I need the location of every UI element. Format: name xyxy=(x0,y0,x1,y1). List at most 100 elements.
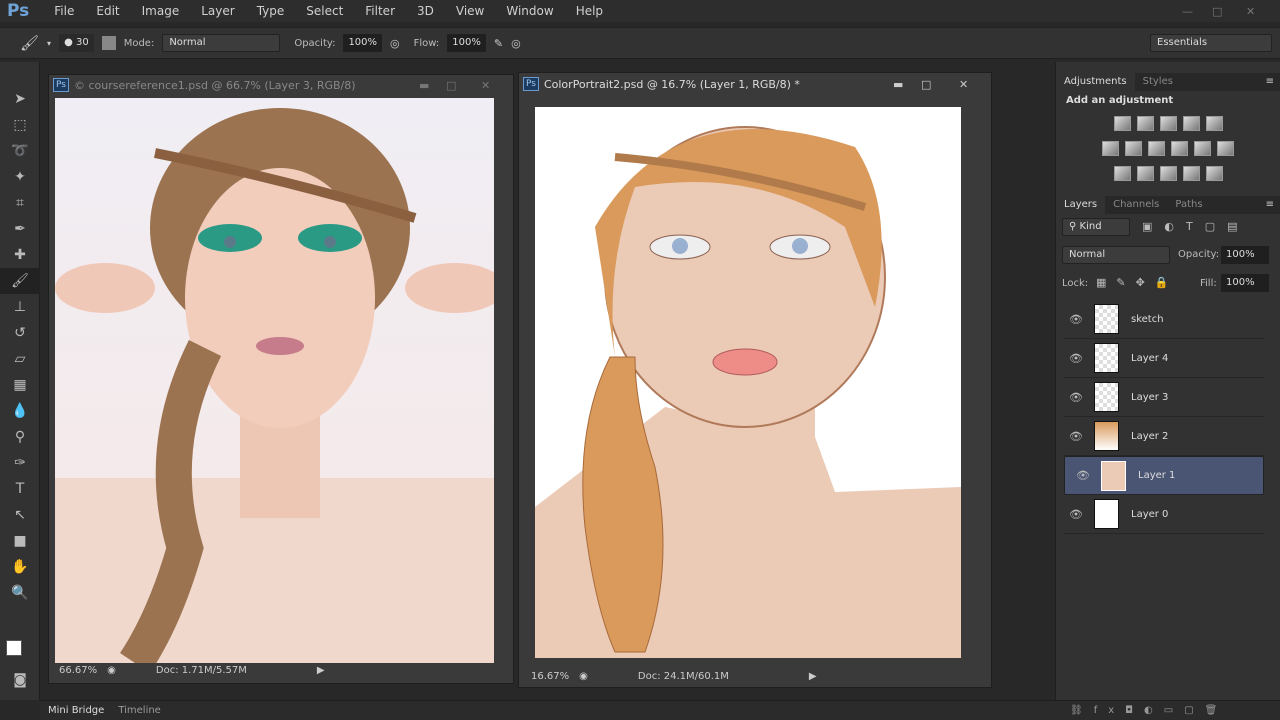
menu-layer[interactable]: Layer xyxy=(201,4,234,18)
threshold-icon[interactable] xyxy=(1159,166,1177,181)
invert-icon[interactable] xyxy=(1113,166,1131,181)
lock-icons[interactable]: ▦✎✥🔒 xyxy=(1096,276,1179,289)
quick-mask-icon[interactable]: ◙ xyxy=(0,667,40,693)
tab-styles[interactable]: Styles xyxy=(1135,73,1181,91)
doc-maximize-button[interactable]: □ xyxy=(921,78,931,91)
pressure-size-icon[interactable]: ◎ xyxy=(511,37,521,50)
visibility-eye-icon[interactable]: 👁 xyxy=(1064,430,1088,443)
layer-filter-icons[interactable]: ▣◐T▢▤ xyxy=(1142,220,1250,233)
pressure-opacity-icon[interactable]: ◎ xyxy=(390,37,400,50)
menu-select[interactable]: Select xyxy=(306,4,343,18)
layer-row-layer-4[interactable]: 👁 Layer 4 xyxy=(1064,339,1264,378)
selective-color-icon[interactable] xyxy=(1182,166,1200,181)
document-title-bar[interactable]: Ps © coursereference1.psd @ 66.7% (Layer… xyxy=(49,75,513,95)
history-brush-icon[interactable]: ↺ xyxy=(0,320,40,346)
type-tool-icon[interactable]: T xyxy=(0,476,40,502)
doc-minimize-button[interactable]: ▬ xyxy=(893,78,903,91)
layer-opacity-input[interactable]: 100% xyxy=(1221,246,1269,264)
brush-panel-icon[interactable] xyxy=(101,36,116,50)
vibrance-icon[interactable] xyxy=(1205,116,1223,131)
layer-row-sketch[interactable]: 👁 sketch xyxy=(1064,300,1264,339)
minimize-app-button[interactable]: — xyxy=(1182,5,1193,18)
airbrush-icon[interactable]: ✎ xyxy=(494,37,503,50)
status-share-icon[interactable]: ◉ xyxy=(107,665,116,676)
menu-view[interactable]: View xyxy=(456,4,484,18)
brush-tool-icon[interactable]: 🖌 xyxy=(20,34,39,52)
foreground-color-swatch[interactable] xyxy=(6,640,22,656)
tab-channels[interactable]: Channels xyxy=(1105,196,1167,214)
doc-close-button[interactable]: ✕ xyxy=(481,79,490,92)
channel-mixer-icon[interactable] xyxy=(1194,141,1211,156)
document-title-bar[interactable]: Ps ColorPortrait2.psd @ 16.7% (Layer 1, … xyxy=(519,73,991,95)
hand-tool-icon[interactable]: ✋ xyxy=(0,554,40,580)
black-white-icon[interactable] xyxy=(1148,141,1165,156)
tab-timeline[interactable]: Timeline xyxy=(118,705,161,716)
status-share-icon[interactable]: ◉ xyxy=(579,671,588,682)
path-select-tool-icon[interactable]: ↖ xyxy=(0,502,40,528)
tab-paths[interactable]: Paths xyxy=(1167,196,1210,214)
reference-photo-canvas[interactable] xyxy=(55,98,494,663)
tab-mini-bridge[interactable]: Mini Bridge xyxy=(48,705,104,716)
layer-row-layer-3[interactable]: 👁 Layer 3 xyxy=(1064,378,1264,417)
layer-actions-icons[interactable]: ⛓fx◘◐▭▢🗑 xyxy=(1070,705,1228,716)
doc-close-button[interactable]: ✕ xyxy=(959,78,968,91)
photo-filter-icon[interactable] xyxy=(1171,141,1188,156)
visibility-eye-icon[interactable]: 👁 xyxy=(1064,391,1088,404)
color-lookup-icon[interactable] xyxy=(1217,141,1234,156)
hue-saturation-icon[interactable] xyxy=(1102,141,1119,156)
visibility-eye-icon[interactable]: 👁 xyxy=(1064,508,1088,521)
workspace-select[interactable]: Essentials xyxy=(1150,34,1272,52)
status-menu-arrow-icon[interactable]: ▶ xyxy=(809,671,817,682)
status-menu-arrow-icon[interactable]: ▶ xyxy=(317,665,325,676)
gradient-map-icon[interactable] xyxy=(1205,166,1223,181)
menu-edit[interactable]: Edit xyxy=(96,4,119,18)
marquee-tool-icon[interactable]: ⬚ xyxy=(0,112,40,138)
mode-select[interactable]: Normal xyxy=(162,34,281,52)
painting-canvas[interactable] xyxy=(535,107,961,658)
visibility-eye-icon[interactable]: 👁 xyxy=(1071,469,1095,482)
posterize-icon[interactable] xyxy=(1136,166,1154,181)
fill-input[interactable]: 100% xyxy=(1221,274,1269,292)
menu-type[interactable]: Type xyxy=(257,4,285,18)
visibility-eye-icon[interactable]: 👁 xyxy=(1064,352,1088,365)
menu-3d[interactable]: 3D xyxy=(417,4,434,18)
blend-mode-select[interactable]: Normal xyxy=(1062,246,1170,264)
crop-tool-icon[interactable]: ⌗ xyxy=(0,190,40,216)
brush-tool-icon[interactable]: 🖌 xyxy=(0,268,40,294)
dodge-tool-icon[interactable]: ⚲ xyxy=(0,424,40,450)
tab-layers[interactable]: Layers xyxy=(1056,196,1106,214)
layer-row-layer-2[interactable]: 👁 Layer 2 xyxy=(1064,417,1264,456)
stamp-tool-icon[interactable]: ⊥ xyxy=(0,294,40,320)
menu-window[interactable]: Window xyxy=(506,4,553,18)
brush-size-picker[interactable]: ● 30 xyxy=(59,34,94,52)
blur-tool-icon[interactable]: 💧 xyxy=(0,398,40,424)
move-tool-icon[interactable]: ➤ xyxy=(0,86,40,112)
panel-menu-icon[interactable]: ≡ xyxy=(1260,73,1280,91)
menu-filter[interactable]: Filter xyxy=(365,4,395,18)
lasso-tool-icon[interactable]: ➰ xyxy=(0,138,40,164)
tab-adjustments[interactable]: Adjustments xyxy=(1056,73,1135,91)
pen-tool-icon[interactable]: ✑ xyxy=(0,450,40,476)
zoom-level[interactable]: 66.67% xyxy=(59,665,97,676)
visibility-eye-icon[interactable]: 👁 xyxy=(1064,313,1088,326)
quick-select-tool-icon[interactable]: ✦ xyxy=(0,164,40,190)
layer-filter-select[interactable]: ⚲ Kind xyxy=(1062,218,1130,236)
exposure-icon[interactable] xyxy=(1182,116,1200,131)
flow-input[interactable]: 100% xyxy=(447,34,486,52)
menu-file[interactable]: File xyxy=(54,4,74,18)
tool-preset-chevron-icon[interactable]: ▾ xyxy=(47,39,51,48)
shape-tool-icon[interactable]: ■ xyxy=(0,528,40,554)
opacity-input[interactable]: 100% xyxy=(343,34,383,52)
levels-icon[interactable] xyxy=(1136,116,1154,131)
panel-menu-icon[interactable]: ≡ xyxy=(1260,196,1280,214)
layer-row-layer-0[interactable]: 👁 Layer 0 xyxy=(1064,495,1264,534)
menu-help[interactable]: Help xyxy=(576,4,603,18)
doc-maximize-button[interactable]: □ xyxy=(446,79,456,92)
color-balance-icon[interactable] xyxy=(1125,141,1142,156)
eraser-tool-icon[interactable]: ▱ xyxy=(0,346,40,372)
layer-row-layer-1[interactable]: 👁 Layer 1 xyxy=(1064,456,1264,495)
curves-icon[interactable] xyxy=(1159,116,1177,131)
close-app-button[interactable]: ✕ xyxy=(1246,5,1255,18)
menu-image[interactable]: Image xyxy=(142,4,180,18)
gradient-tool-icon[interactable]: ▦ xyxy=(0,372,40,398)
